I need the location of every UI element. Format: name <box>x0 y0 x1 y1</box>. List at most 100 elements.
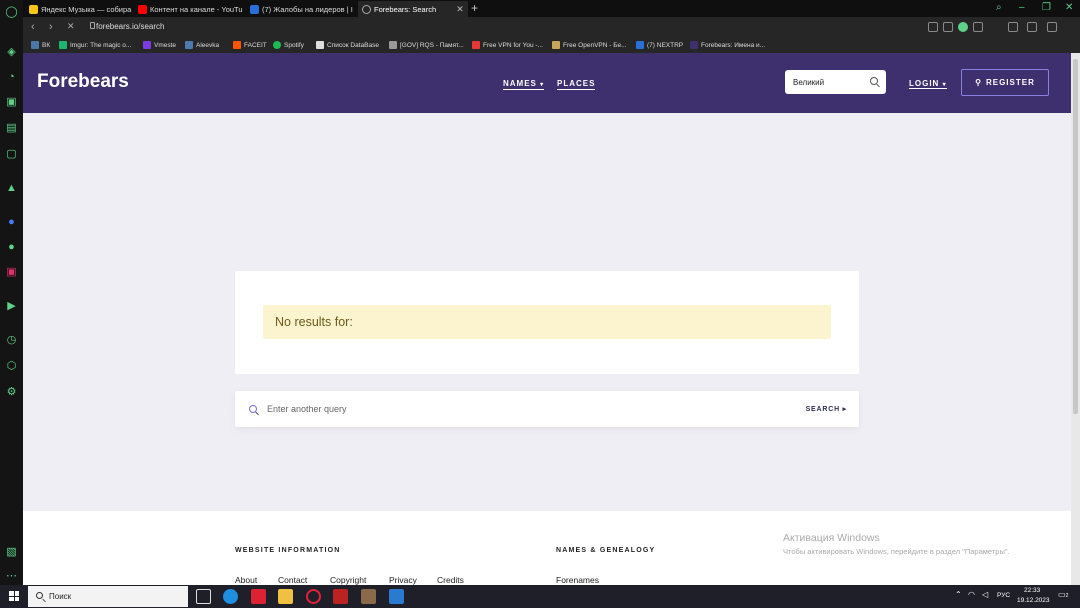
cube-icon[interactable]: ⬡ <box>4 358 19 373</box>
page-scrollbar[interactable] <box>1071 53 1080 585</box>
shopping-bag-icon[interactable]: ▣ <box>4 94 19 109</box>
forebears-logo[interactable]: Forebears <box>37 71 129 93</box>
tray-chevron-icon[interactable]: ⌃ <box>955 590 962 599</box>
spotify-icon <box>273 41 281 49</box>
edit-icon[interactable] <box>928 22 938 32</box>
close-window-icon[interactable]: ✕ <box>1065 2 1073 13</box>
messenger-icon[interactable]: ● <box>4 214 19 229</box>
lock-icon <box>90 22 95 29</box>
opera-logo-icon[interactable]: ◯ <box>4 4 19 19</box>
gamepad-icon[interactable]: ◈ <box>4 44 19 59</box>
bookmark-spotify[interactable]: Spotify <box>273 41 304 49</box>
web-page: Forebears NAMES ▾ PLACES LOGIN ▾ ⚲ REGIS… <box>23 53 1071 585</box>
faceit-icon <box>233 41 241 49</box>
windows-start-icon[interactable] <box>9 591 19 601</box>
bookmark-gov-rqs[interactable]: [GOV] RQS - Памят... <box>389 41 464 49</box>
windows-activation-subtitle: Чтобы активировать Windows, перейдите в … <box>783 547 1010 556</box>
steam-icon <box>185 41 193 49</box>
language-indicator[interactable]: РУС <box>997 592 1010 599</box>
aria-icon[interactable]: ▲ <box>4 180 19 195</box>
footer-link-forenames[interactable]: Forenames <box>556 575 599 585</box>
easy-setup-icon[interactable] <box>1047 22 1057 32</box>
instagram-app-icon[interactable]: ▣ <box>4 264 19 279</box>
download-icon[interactable] <box>973 22 983 32</box>
bookmark-faceit[interactable]: FACEIT <box>233 41 267 49</box>
taskbar-search[interactable]: Поиск <box>28 586 188 607</box>
minimize-icon[interactable]: – <box>1019 2 1025 13</box>
tab-youtube[interactable]: Контент на канале - YouTu <box>134 1 244 17</box>
query-input[interactable] <box>267 401 767 417</box>
tab-forebears-search[interactable]: Forebears: Search ✕ <box>358 1 468 17</box>
vpn-icon <box>472 41 480 49</box>
search-button[interactable]: SEARCH ▸ <box>806 405 847 413</box>
extensions-icon[interactable] <box>1008 22 1018 32</box>
volume-icon[interactable]: ◁ <box>982 590 988 599</box>
bookmark-aleevka[interactable]: Aleevka <box>185 41 219 49</box>
bookmark-vmeste[interactable]: Vmeste <box>143 41 176 49</box>
whatsapp-icon[interactable]: ● <box>4 239 19 254</box>
caret-down-icon: ▾ <box>942 82 947 88</box>
url-field[interactable]: forebears.io/search <box>96 22 164 31</box>
settings-icon[interactable]: ⚙ <box>4 384 19 399</box>
site-footer: WEBSITE INFORMATION NAMES & GENEALOGY Ab… <box>23 511 1071 585</box>
tab-complaints[interactable]: (7) Жалобы на лидеров | I <box>246 1 356 17</box>
forward-icon[interactable]: › <box>49 21 53 33</box>
tab-bar: Яндекс Музыка — собира Контент на канале… <box>23 0 1080 17</box>
twitch-icon[interactable]: ▤ <box>4 120 19 135</box>
search-icon[interactable] <box>870 77 878 85</box>
bookmark-forebears[interactable]: Forebears: Имена и... <box>690 41 765 49</box>
history-icon[interactable]: ◷ <box>4 332 19 347</box>
bookmark-vk[interactable]: ВК <box>31 41 50 49</box>
camera-icon[interactable] <box>943 22 953 32</box>
gallery-icon[interactable]: ▧ <box>4 544 19 559</box>
document-icon <box>316 41 324 49</box>
faceit-app-icon[interactable] <box>251 589 266 604</box>
video-app-icon[interactable] <box>389 589 404 604</box>
vpn-shield-icon[interactable] <box>958 22 968 32</box>
opera-sidebar: ◯ ◈ ◔ ▣ ▤ ▢ ▲ ● ● ▣ ▶ ◷ ⬡ ⚙ ▧ ⋯ <box>0 0 23 585</box>
file-explorer-icon[interactable] <box>278 589 293 604</box>
footer-link-privacy[interactable]: Privacy <box>389 575 417 585</box>
opera-taskbar-icon[interactable] <box>306 589 321 604</box>
query-search-icon <box>249 405 257 413</box>
player-icon[interactable]: ▶ <box>4 298 19 313</box>
back-icon[interactable]: ‹ <box>31 21 35 33</box>
nav-places[interactable]: PLACES <box>557 79 596 90</box>
clock-time[interactable]: 22:33 <box>1024 587 1040 594</box>
gov-icon <box>389 41 397 49</box>
maximize-icon[interactable]: ❐ <box>1042 2 1051 13</box>
bookmark-free-vpn[interactable]: Free VPN for You -... <box>472 41 543 49</box>
search-tabs-icon[interactable]: ⌕ <box>996 2 1002 13</box>
vk-icon <box>31 41 39 49</box>
new-tab-button[interactable]: + <box>471 1 478 15</box>
bookmark-database[interactable]: Список DataBase <box>316 41 379 49</box>
footer-link-contact[interactable]: Contact <box>278 575 307 585</box>
stop-loading-icon[interactable]: ✕ <box>67 21 75 32</box>
footer-link-credits[interactable]: Credits <box>437 575 464 585</box>
login-link[interactable]: LOGIN ▾ <box>909 79 947 89</box>
more-icon[interactable]: ⋯ <box>4 568 19 583</box>
footer-link-copyright[interactable]: Copyright <box>330 575 366 585</box>
network-icon[interactable]: ◠ <box>968 590 975 599</box>
bookmark-free-openvpn[interactable]: Free OpenVPN - Бе... <box>552 41 627 49</box>
media-player-icon[interactable] <box>333 589 348 604</box>
register-button[interactable]: ⚲ REGISTER <box>961 69 1049 96</box>
windows-activation-title: Активация Windows <box>783 532 880 544</box>
header-search-input[interactable] <box>793 75 863 89</box>
downloads-icon[interactable] <box>1027 22 1037 32</box>
task-view-icon[interactable] <box>196 589 211 604</box>
game-app-icon[interactable] <box>361 589 376 604</box>
notifications-icon[interactable]: ▭2 <box>1058 590 1068 599</box>
nav-names[interactable]: NAMES ▾ <box>503 79 545 90</box>
footer-link-about[interactable]: About <box>235 575 257 585</box>
clock-date[interactable]: 19.12.2023 <box>1017 597 1050 604</box>
speed-dial-icon[interactable]: ◔ <box>4 69 19 84</box>
instagram-icon[interactable]: ▢ <box>4 146 19 161</box>
edge-icon[interactable] <box>223 589 238 604</box>
bookmark-imgur[interactable]: Imgur: The magic o... <box>59 41 131 49</box>
close-tab-icon[interactable]: ✕ <box>455 4 465 15</box>
bookmark-nextrp[interactable]: (7) NEXTRP <box>636 41 683 49</box>
caret-down-icon: ▾ <box>540 82 545 88</box>
scrollbar-thumb[interactable] <box>1073 59 1078 414</box>
footer-heading-names-genealogy: NAMES & GENEALOGY <box>556 547 656 554</box>
